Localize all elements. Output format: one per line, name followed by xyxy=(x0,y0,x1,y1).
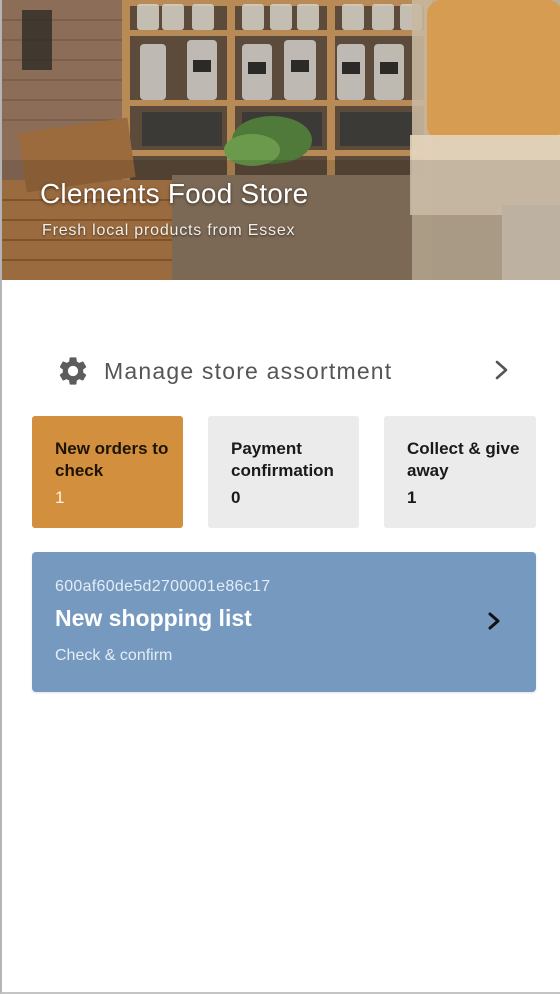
tile-count: 1 xyxy=(55,488,65,507)
chevron-right-icon xyxy=(495,360,508,380)
store-subtitle: Fresh local products from Essex xyxy=(42,222,296,239)
tile-count: 0 xyxy=(231,488,241,507)
order-status-tiles: New orders to check 1 Payment confirmati… xyxy=(32,416,536,528)
store-title: Clements Food Store xyxy=(40,178,309,209)
order-subtitle: Check & confirm xyxy=(55,647,173,664)
tile-label: New orders to check xyxy=(55,439,169,480)
app-screen: Clements Food Store Fresh local products… xyxy=(0,0,560,994)
chevron-right-icon xyxy=(488,612,500,630)
store-hero-banner: Clements Food Store Fresh local products… xyxy=(2,0,560,280)
order-id: 600af60de5d2700001e86c17 xyxy=(55,578,271,595)
gear-icon xyxy=(59,357,87,385)
manage-assortment-row[interactable]: Manage store assortment xyxy=(42,340,522,402)
order-title: New shopping list xyxy=(55,605,252,631)
tile-payment-confirmation[interactable]: Payment confirmation 0 xyxy=(208,416,359,528)
tile-label: Collect & give away xyxy=(407,439,520,480)
manage-assortment-label: Manage store assortment xyxy=(104,357,393,384)
shopping-list-card[interactable]: 600af60de5d2700001e86c17 New shopping li… xyxy=(32,552,536,692)
tile-label: Payment confirmation xyxy=(231,439,334,480)
tile-collect-give-away[interactable]: Collect & give away 1 xyxy=(384,416,536,528)
tile-new-orders[interactable]: New orders to check 1 xyxy=(32,416,183,528)
tile-count: 1 xyxy=(407,488,417,507)
